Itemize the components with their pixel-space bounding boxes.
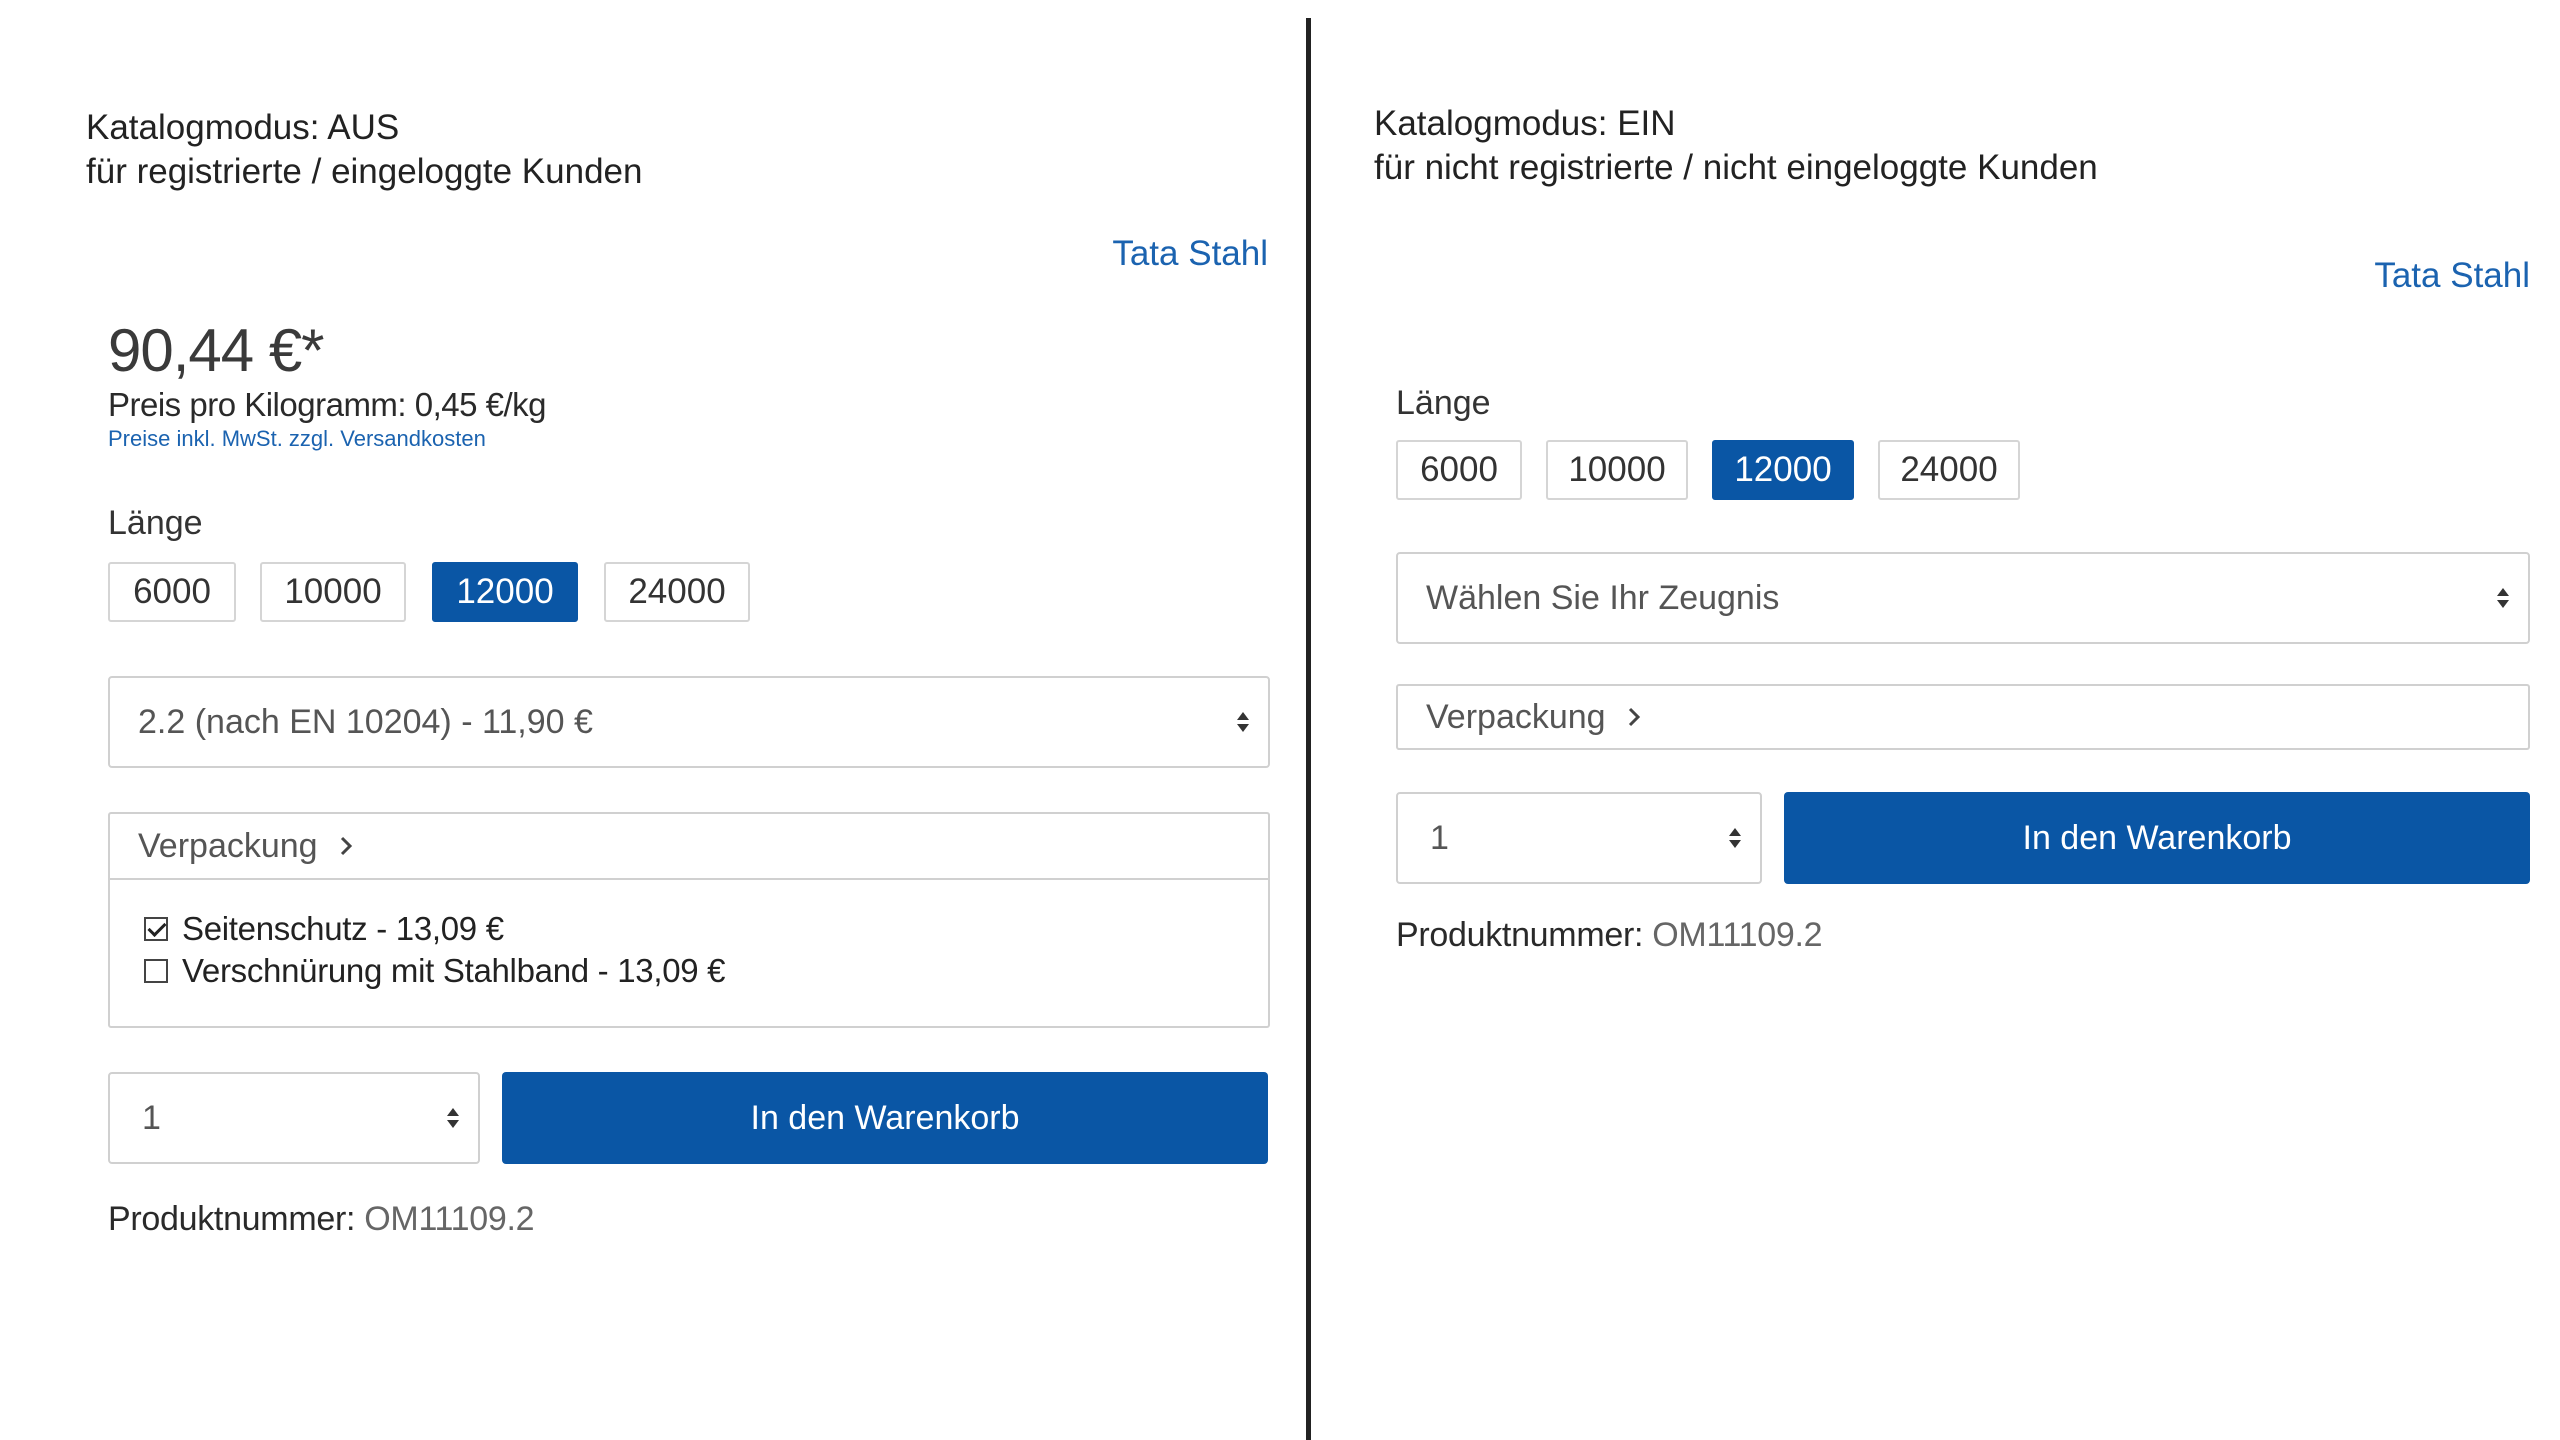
- right-caption-mode: Katalogmodus: EIN: [1374, 104, 1676, 143]
- right-packaging-toggle[interactable]: Verpackung: [1398, 686, 2528, 748]
- left-length-option-10000[interactable]: 10000: [260, 562, 406, 622]
- right-certificate-select-placeholder: Wählen Sie Ihr Zeugnis: [1426, 578, 1780, 617]
- stepper-arrows-icon: [447, 1108, 459, 1128]
- left-unit-price: Preis pro Kilogramm: 0,45 €/kg: [108, 386, 547, 423]
- left-packaging-options: Seitenschutz - 13,09 € Verschnürung mit …: [110, 878, 1268, 992]
- select-arrows-icon: [2497, 588, 2509, 608]
- right-packaging-label: Verpackung: [1426, 697, 1606, 736]
- checkbox-icon[interactable]: [144, 959, 168, 983]
- right-certificate-select[interactable]: Wählen Sie Ihr Zeugnis: [1396, 552, 2530, 644]
- left-tax-note[interactable]: Preise inkl. MwSt. zzgl. Versandkosten: [108, 426, 486, 452]
- right-brand-link[interactable]: Tata Stahl: [2260, 256, 2530, 296]
- right-quantity-stepper[interactable]: 1: [1396, 792, 1762, 884]
- checkbox-checked-icon[interactable]: [144, 917, 168, 941]
- stepper-arrows-icon: [1729, 828, 1741, 848]
- left-packaging-panel: Verpackung Seitenschutz - 13,09 € Versch…: [108, 812, 1270, 1028]
- left-brand-link[interactable]: Tata Stahl: [1000, 234, 1268, 274]
- left-caption-audience: für registrierte / eingeloggte Kunden: [86, 152, 643, 191]
- left-caption-mode: Katalogmodus: AUS: [86, 108, 400, 147]
- left-certificate-select[interactable]: 2.2 (nach EN 10204) - 11,90 €: [108, 676, 1270, 768]
- left-packaging-option-label: Verschnürung mit Stahlband - 13,09 €: [182, 952, 726, 989]
- left-length-label: Länge: [108, 504, 203, 542]
- right-length-option-12000[interactable]: 12000: [1712, 440, 1854, 500]
- left-product-number: Produktnummer: OM11109.2: [108, 1200, 535, 1239]
- right-add-to-cart-button[interactable]: In den Warenkorb: [1784, 792, 2530, 884]
- right-caption-audience: für nicht registrierte / nicht eingelogg…: [1374, 148, 2098, 187]
- left-length-option-12000[interactable]: 12000: [432, 562, 578, 622]
- left-packaging-option-side-protection[interactable]: Seitenschutz - 13,09 €: [144, 908, 1268, 950]
- left-quantity-value: 1: [142, 1098, 161, 1137]
- left-packaging-label: Verpackung: [138, 826, 318, 865]
- left-length-option-24000[interactable]: 24000: [604, 562, 750, 622]
- right-caption: Katalogmodus: EIN für nicht registrierte…: [1374, 102, 2098, 190]
- right-product-number-value: OM11109.2: [1652, 916, 1823, 954]
- select-arrows-icon: [1237, 712, 1249, 732]
- right-length-option-6000[interactable]: 6000: [1396, 440, 1522, 500]
- left-product-number-value: OM11109.2: [364, 1200, 535, 1238]
- panel-divider: [1306, 18, 1311, 1440]
- left-packaging-toggle[interactable]: Verpackung: [110, 814, 1268, 878]
- left-price: 90,44 €*: [108, 317, 325, 384]
- left-certificate-select-value: 2.2 (nach EN 10204) - 11,90 €: [138, 702, 593, 741]
- right-length-label: Länge: [1396, 384, 1491, 422]
- left-add-to-cart-button[interactable]: In den Warenkorb: [502, 1072, 1268, 1164]
- left-quantity-stepper[interactable]: 1: [108, 1072, 480, 1164]
- left-product-number-label: Produktnummer:: [108, 1200, 356, 1238]
- left-caption: Katalogmodus: AUS für registrierte / ein…: [86, 106, 642, 194]
- chevron-right-icon: [340, 836, 352, 856]
- right-product-number: Produktnummer: OM11109.2: [1396, 916, 1823, 955]
- right-length-option-24000[interactable]: 24000: [1878, 440, 2020, 500]
- right-packaging-panel: Verpackung: [1396, 684, 2530, 750]
- left-packaging-option-steel-band[interactable]: Verschnürung mit Stahlband - 13,09 €: [144, 950, 1268, 992]
- right-quantity-value: 1: [1430, 818, 1449, 857]
- right-product-number-label: Produktnummer:: [1396, 916, 1644, 954]
- right-length-option-10000[interactable]: 10000: [1546, 440, 1688, 500]
- chevron-right-icon: [1628, 707, 1640, 727]
- left-length-option-6000[interactable]: 6000: [108, 562, 236, 622]
- left-packaging-option-label: Seitenschutz - 13,09 €: [182, 910, 504, 947]
